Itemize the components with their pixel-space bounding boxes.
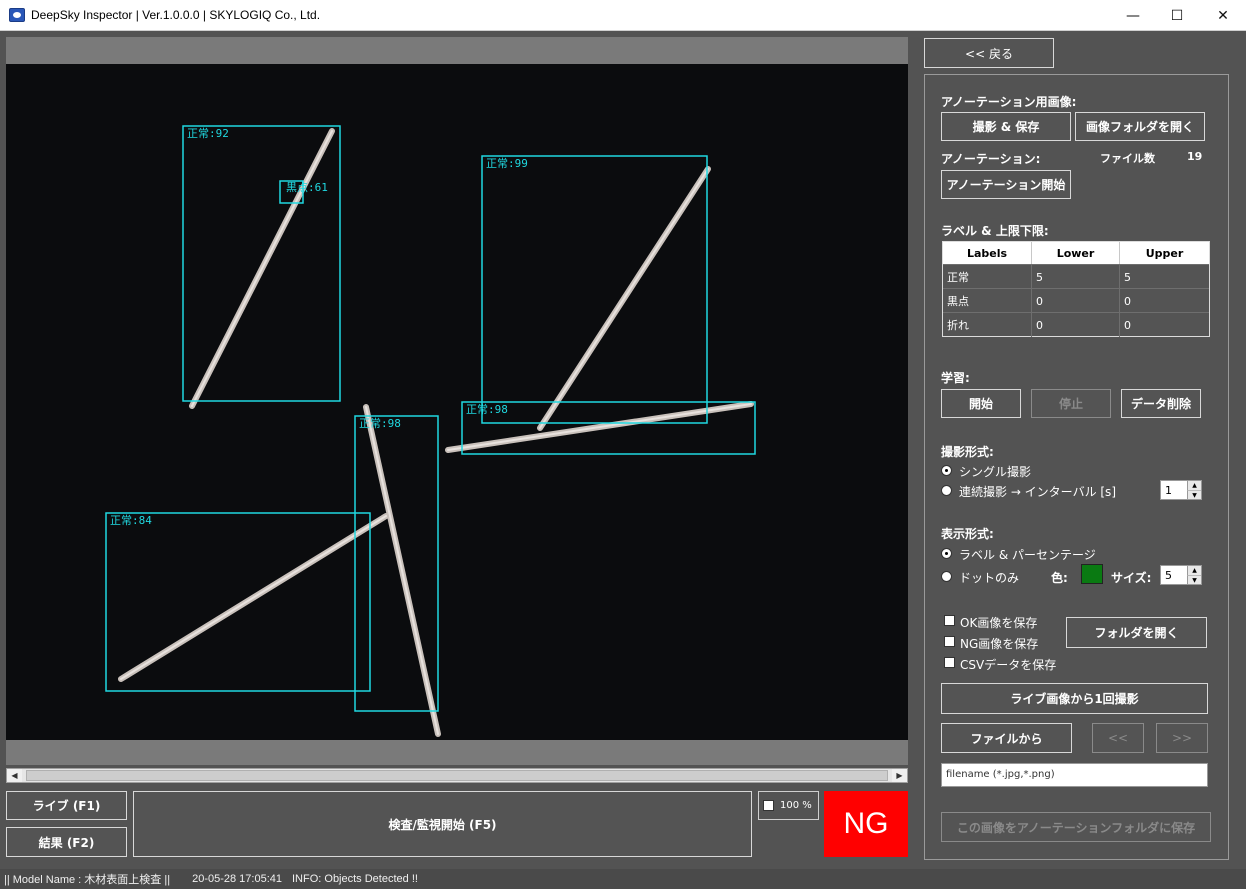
detection-label: 正常:98 — [359, 417, 401, 430]
detection-overlay: 正常:92 黒点:61 正常:99 正常:98 正常:98 正常:84 — [105, 125, 756, 737]
table-header-cell: Labels — [943, 242, 1032, 264]
table-cell[interactable]: 5 — [1120, 265, 1209, 289]
scroll-thumb[interactable] — [26, 770, 888, 781]
table-cell[interactable]: 0 — [1032, 289, 1120, 313]
learn-stop-button[interactable]: 停止 — [1031, 389, 1111, 418]
label-limits-table[interactable]: Labels Lower Upper 正常 5 5 黒点 0 0 折れ 0 0 — [942, 241, 1210, 337]
file-count-label: ファイル数 — [1100, 152, 1155, 165]
next-button[interactable]: >> — [1156, 723, 1208, 753]
table-cell[interactable]: 0 — [1032, 313, 1120, 337]
from-file-button[interactable]: ファイルから — [941, 723, 1072, 753]
close-button[interactable]: ✕ — [1200, 0, 1246, 31]
app-logo-icon — [9, 8, 25, 22]
size-stepper[interactable]: 5 ▲ ▼ — [1160, 565, 1202, 585]
table-cell[interactable]: 0 — [1120, 289, 1209, 313]
detection-box — [481, 155, 708, 424]
display-mode-label: 表示形式: — [941, 527, 994, 541]
stepper-down-icon[interactable]: ▼ — [1187, 575, 1201, 584]
zoom-toggle[interactable]: 100 % — [758, 791, 819, 820]
size-label: サイズ: — [1111, 571, 1152, 585]
stepper-down-icon[interactable]: ▼ — [1187, 490, 1201, 499]
table-cell[interactable]: 0 — [1120, 313, 1209, 337]
label-percentage-radio[interactable] — [941, 548, 952, 559]
detection-label: 正常:84 — [110, 514, 152, 527]
horizontal-scrollbar[interactable]: ◀ ▶ — [6, 768, 908, 783]
file-count-value: 19 — [1187, 150, 1203, 163]
dots-only-radio[interactable] — [941, 571, 952, 582]
interval-value[interactable]: 1 — [1165, 484, 1172, 497]
interval-stepper[interactable]: 1 ▲ ▼ — [1160, 480, 1202, 500]
delete-data-button[interactable]: データ削除 — [1121, 389, 1201, 418]
annotation-label: アノーテーション: — [941, 152, 1041, 166]
continuous-capture-radio[interactable] — [941, 485, 952, 496]
size-value[interactable]: 5 — [1165, 569, 1172, 582]
open-folder-button[interactable]: フォルダを開く — [1066, 617, 1207, 648]
title-bar: DeepSky Inspector | Ver.1.0.0.0 | SKYLOG… — [0, 0, 1246, 31]
scroll-right-icon[interactable]: ▶ — [892, 769, 907, 782]
start-annotation-button[interactable]: アノーテーション開始 — [941, 170, 1071, 199]
table-header-cell: Lower — [1032, 242, 1120, 264]
table-cell[interactable]: 黒点 — [943, 289, 1032, 313]
camera-image: 正常:92 黒点:61 正常:99 正常:98 正常:98 正常:84 — [6, 64, 908, 740]
maximize-button[interactable]: ☐ — [1154, 0, 1200, 31]
dots-only-label: ドットのみ — [959, 571, 1020, 585]
annotation-image-label: アノーテーション用画像: — [941, 95, 1077, 109]
detection-label: 正常:98 — [466, 403, 508, 416]
scroll-left-icon[interactable]: ◀ — [7, 769, 22, 782]
table-header-cell: Upper — [1145, 246, 1184, 260]
detection-label: 正常:99 — [486, 157, 528, 170]
color-label: 色: — [1051, 571, 1068, 585]
zoom-label: 100 % — [780, 800, 812, 811]
minimize-button[interactable]: — — [1110, 0, 1156, 31]
status-model: || Model Name : 木材表面上検査 || — [4, 874, 171, 886]
ng-indicator: NG — [824, 791, 908, 857]
detection-label: 正常:92 — [187, 127, 229, 140]
capture-save-button[interactable]: 撮影 & 保存 — [941, 112, 1071, 141]
back-button[interactable]: << 戻る — [924, 38, 1054, 68]
label-percentage-label: ラベル & パーセンテージ — [959, 548, 1096, 562]
learning-label: 学習: — [941, 371, 970, 385]
save-ng-checkbox[interactable] — [944, 636, 955, 647]
table-header: Labels Lower Upper — [943, 242, 1209, 264]
table-cell[interactable]: 折れ — [943, 313, 1032, 337]
save-csv-label: CSVデータを保存 — [960, 658, 1057, 672]
result-button[interactable]: 結果 (F2) — [6, 827, 127, 857]
save-to-annotation-button[interactable]: この画像をアノーテーションフォルダに保存 — [941, 812, 1211, 842]
save-ng-label: NG画像を保存 — [960, 637, 1039, 651]
capture-mode-label: 撮影形式: — [941, 445, 994, 459]
save-csv-checkbox[interactable] — [944, 657, 955, 668]
stepper-up-icon[interactable]: ▲ — [1187, 566, 1201, 575]
single-capture-label: シングル撮影 — [959, 465, 1032, 479]
status-info: INFO: Objects Detected !! — [292, 873, 418, 885]
save-ok-checkbox[interactable] — [944, 615, 955, 626]
detection-label: 黒点:61 — [286, 181, 328, 194]
continuous-capture-label: 連続撮影 → インターバル [s] — [959, 485, 1116, 499]
table-cell[interactable]: 正常 — [943, 265, 1032, 289]
status-timestamp: 20-05-28 17:05:41 — [192, 873, 282, 885]
live-button[interactable]: ライブ (F1) — [6, 791, 127, 820]
window-title: DeepSky Inspector | Ver.1.0.0.0 | SKYLOG… — [31, 8, 321, 22]
table-row[interactable]: 黒点 0 0 — [943, 288, 1209, 313]
capture-once-button[interactable]: ライブ画像から1回撮影 — [941, 683, 1208, 714]
learn-start-button[interactable]: 開始 — [941, 389, 1021, 418]
filename-field[interactable]: filename (*.jpg,*.png) — [941, 763, 1208, 787]
zoom-checkbox[interactable] — [763, 800, 774, 811]
dot-color-swatch[interactable] — [1081, 564, 1103, 584]
single-capture-radio[interactable] — [941, 465, 952, 476]
table-cell[interactable]: 5 — [1032, 265, 1120, 289]
inspect-start-button[interactable]: 検査/監視開始 (F5) — [133, 791, 752, 857]
stepper-up-icon[interactable]: ▲ — [1187, 481, 1201, 490]
status-bar: || Model Name : 木材表面上検査 || 20-05-28 17:0… — [0, 869, 1246, 889]
table-row[interactable]: 正常 5 5 — [943, 264, 1209, 289]
open-image-folder-button[interactable]: 画像フォルダを開く — [1075, 112, 1205, 141]
label-limits-label: ラベル & 上限下限: — [941, 224, 1049, 238]
table-row[interactable]: 折れ 0 0 — [943, 312, 1209, 337]
image-viewer: 正常:92 黒点:61 正常:99 正常:98 正常:98 正常:84 — [6, 37, 908, 765]
save-ok-label: OK画像を保存 — [960, 616, 1038, 630]
previous-button[interactable]: << — [1092, 723, 1144, 753]
